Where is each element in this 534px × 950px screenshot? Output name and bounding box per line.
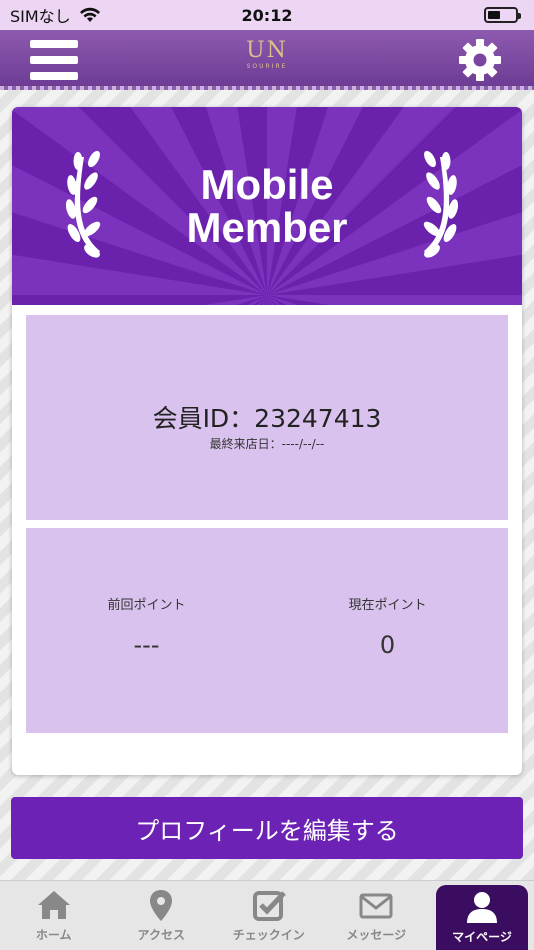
- tab-home-label: ホーム: [35, 928, 72, 942]
- previous-points-label: 前回ポイント: [107, 598, 186, 613]
- checkbox-icon: [252, 891, 286, 921]
- previous-points: 前回ポイント ---: [26, 594, 267, 659]
- status-left: SIMなし: [10, 3, 101, 27]
- logo-subtext: SOURIRE: [246, 63, 288, 70]
- gear-icon[interactable]: [456, 36, 504, 84]
- member-banner: Mobile Member: [12, 107, 522, 305]
- tab-home[interactable]: ホーム: [0, 881, 108, 950]
- member-card: Mobile Member 会員ID：23247413 最終来店日：----/-…: [12, 107, 522, 775]
- envelope-icon: [359, 893, 393, 919]
- tab-access-label: アクセス: [137, 928, 185, 942]
- points-panel: 前回ポイント --- 現在ポイント 0: [26, 528, 508, 733]
- map-pin-icon: [150, 890, 173, 921]
- member-id-panel: 会員ID：23247413 最終来店日：----/--/--: [26, 315, 508, 520]
- current-points-label: 現在ポイント: [348, 598, 427, 613]
- logo: UN SOURIRE: [246, 38, 288, 70]
- tab-bar: ホーム アクセス チェックイン メッセージ マイページ: [0, 880, 534, 950]
- member-id: 会員ID：23247413: [152, 404, 382, 433]
- tab-message[interactable]: メッセージ: [323, 881, 431, 950]
- previous-points-value: ---: [133, 631, 160, 659]
- laurel-right-icon: [423, 150, 458, 258]
- last-visit-date: 最終来店日：----/--/--: [209, 437, 325, 451]
- tab-mypage[interactable]: マイページ: [436, 885, 528, 950]
- menu-button[interactable]: [30, 40, 78, 80]
- edit-profile-button[interactable]: プロフィールを編集する: [11, 797, 523, 859]
- battery-icon: [484, 7, 521, 23]
- status-bar: SIMなし 20:12: [0, 0, 534, 30]
- header-divider: [0, 86, 534, 90]
- logo-text: UN: [246, 38, 288, 63]
- tab-mypage-label: マイページ: [452, 930, 512, 944]
- tab-access[interactable]: アクセス: [108, 881, 216, 950]
- carrier-label: SIMなし: [10, 7, 71, 26]
- tab-checkin-label: チェックイン: [232, 928, 305, 942]
- tab-checkin[interactable]: チェックイン: [215, 881, 323, 950]
- current-points: 現在ポイント 0: [267, 594, 508, 659]
- wifi-icon: [79, 7, 100, 22]
- current-points-value: 0: [379, 631, 396, 659]
- home-icon: [37, 891, 70, 919]
- tab-message-label: メッセージ: [346, 928, 407, 942]
- user-icon: [467, 892, 497, 923]
